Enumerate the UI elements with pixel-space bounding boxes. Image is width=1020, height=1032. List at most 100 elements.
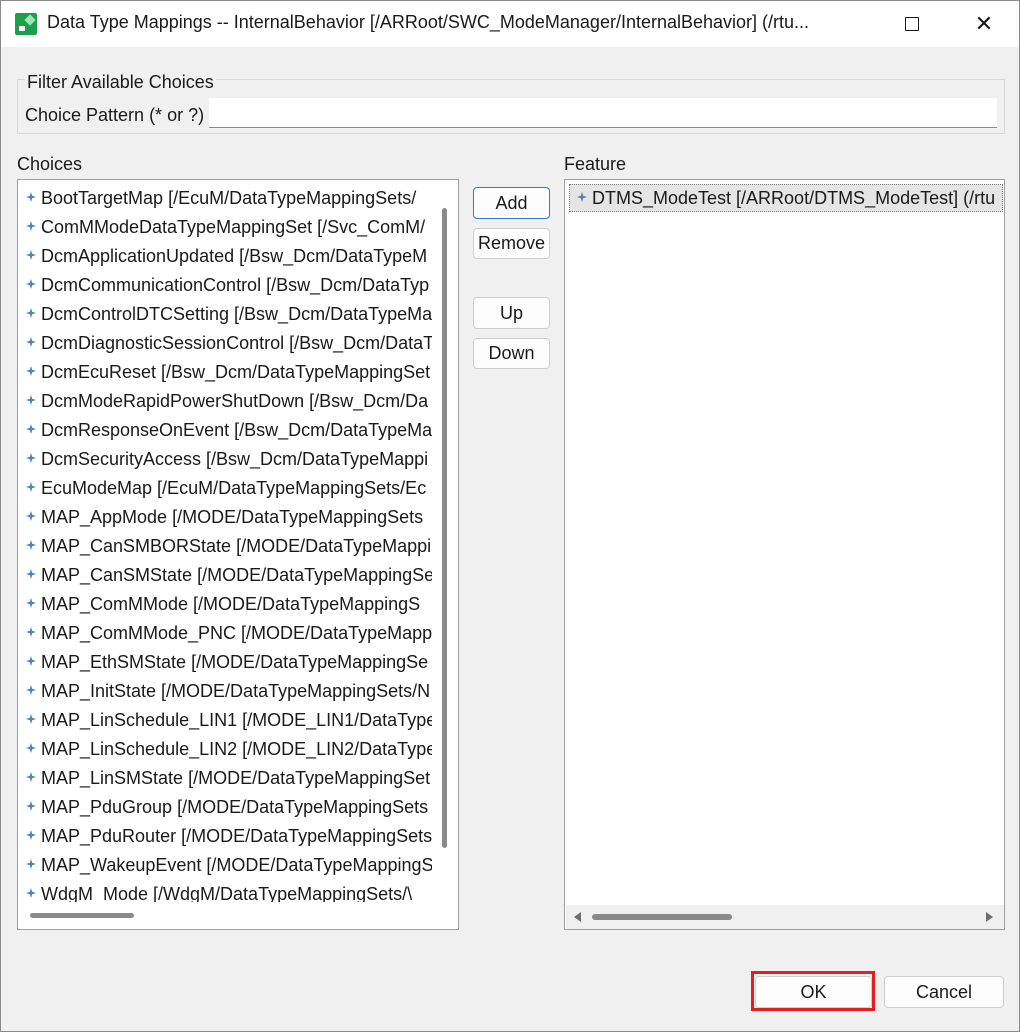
choice-list-item[interactable]: MAP_CanSMState [/MODE/DataTypeMappingSe — [18, 561, 432, 590]
choice-list-item[interactable]: DcmApplicationUpdated [/Bsw_Dcm/DataType… — [18, 242, 432, 271]
choice-list-item[interactable]: MAP_ComMMode_PNC [/MODE/DataTypeMapp — [18, 619, 432, 648]
choice-list-item-label: DcmEcuReset [/Bsw_Dcm/DataTypeMappingSet — [41, 362, 431, 382]
ok-button[interactable]: OK — [755, 976, 872, 1008]
choice-list-item[interactable]: MAP_ComMMode [/MODE/DataTypeMappingS — [18, 590, 432, 619]
mapping-diamond-icon — [26, 859, 36, 869]
window-title: Data Type Mappings -- InternalBehavior [… — [47, 12, 810, 32]
choice-list-item-label: MAP_LinSchedule_LIN2 [/MODE_LIN2/DataTyp… — [41, 739, 432, 759]
mapping-diamond-icon — [26, 221, 36, 231]
choice-list-item-label: EcuModeMap [/EcuM/DataTypeMappingSets/Ec — [41, 478, 427, 498]
mapping-diamond-icon — [26, 395, 36, 405]
choice-list-item-label: DcmModeRapidPowerShutDown [/Bsw_Dcm/Da — [41, 391, 429, 411]
feature-horizontal-scrollbar[interactable] — [566, 905, 1004, 929]
mapping-diamond-icon — [26, 598, 36, 608]
choice-list-item-label: DcmCommunicationControl [/Bsw_Dcm/DataTy… — [41, 275, 430, 295]
choice-pattern-input[interactable] — [209, 98, 997, 128]
choice-list-item-label: MAP_WakeupEvent [/MODE/DataTypeMappingS — [41, 855, 432, 875]
choice-list-item-label: DcmSecurityAccess [/Bsw_Dcm/DataTypeMapp… — [41, 449, 429, 469]
mapping-diamond-icon — [26, 482, 36, 492]
maximize-icon — [905, 17, 919, 31]
mapping-diamond-icon — [577, 192, 587, 202]
choice-list-item-label: DcmControlDTCSetting [/Bsw_Dcm/DataTypeM… — [41, 304, 432, 324]
choice-list-item-label: MAP_LinSMState [/MODE/DataTypeMappingSet — [41, 768, 431, 788]
mapping-diamond-icon — [26, 772, 36, 782]
up-button[interactable]: Up — [473, 297, 550, 329]
choice-list-item[interactable]: DcmDiagnosticSessionControl [/Bsw_Dcm/Da… — [18, 329, 432, 358]
choice-list-item[interactable]: EcuModeMap [/EcuM/DataTypeMappingSets/Ec — [18, 474, 432, 503]
close-icon: ✕ — [974, 11, 994, 36]
mapping-diamond-icon — [26, 511, 36, 521]
choice-list-item-label: MAP_CanSMState [/MODE/DataTypeMappingSe — [41, 565, 432, 585]
choice-list-item[interactable]: MAP_InitState [/MODE/DataTypeMappingSets… — [18, 677, 432, 706]
feature-list-item-label: DTMS_ModeTest [/ARRoot/DTMS_ModeTest] (/… — [592, 188, 996, 208]
mapping-diamond-icon — [26, 627, 36, 637]
add-button[interactable]: Add — [473, 187, 550, 219]
filter-group-legend: Filter Available Choices — [25, 72, 216, 93]
mapping-diamond-icon — [26, 743, 36, 753]
mapping-diamond-icon — [26, 569, 36, 579]
choice-list-item[interactable]: DcmCommunicationControl [/Bsw_Dcm/DataTy… — [18, 271, 432, 300]
mapping-diamond-icon — [26, 424, 36, 434]
choice-list-item-label: WdgM_Mode [/WdgM/DataTypeMappingSets/\ — [41, 884, 413, 902]
remove-button[interactable]: Remove — [473, 228, 550, 259]
choice-list-item[interactable]: MAP_LinSchedule_LIN1 [/MODE_LIN1/DataTyp… — [18, 706, 432, 735]
mapping-diamond-icon — [26, 540, 36, 550]
choices-label: Choices — [17, 154, 83, 174]
choice-list-item[interactable]: MAP_PduGroup [/MODE/DataTypeMappingSets — [18, 793, 432, 822]
mapping-diamond-icon — [26, 337, 36, 347]
feature-list[interactable]: DTMS_ModeTest [/ARRoot/DTMS_ModeTest] (/… — [564, 179, 1005, 930]
choice-list-item[interactable]: DcmEcuReset [/Bsw_Dcm/DataTypeMappingSet — [18, 358, 432, 387]
choice-list-item[interactable]: DcmSecurityAccess [/Bsw_Dcm/DataTypeMapp… — [18, 445, 432, 474]
choice-list-item-label: DcmDiagnosticSessionControl [/Bsw_Dcm/Da… — [41, 333, 432, 353]
choices-vertical-scrollbar[interactable] — [442, 208, 447, 848]
mapping-diamond-icon — [26, 656, 36, 666]
choice-list-item-label: MAP_AppMode [/MODE/DataTypeMappingSets — [41, 507, 424, 527]
mapping-diamond-icon — [26, 192, 36, 202]
choices-list[interactable]: BootTargetMap [/EcuM/DataTypeMappingSets… — [17, 179, 459, 930]
title-bar[interactable]: Data Type Mappings -- InternalBehavior [… — [1, 1, 1019, 47]
choices-horizontal-scrollbar[interactable] — [30, 913, 134, 918]
maximize-button[interactable] — [877, 1, 947, 47]
choice-list-item[interactable]: MAP_WakeupEvent [/MODE/DataTypeMappingS — [18, 851, 432, 880]
choice-list-item[interactable]: MAP_PduRouter [/MODE/DataTypeMappingSets — [18, 822, 432, 851]
choice-list-item-label: DcmApplicationUpdated [/Bsw_Dcm/DataType… — [41, 246, 428, 266]
mapping-diamond-icon — [26, 366, 36, 376]
choice-list-item-label: ComMModeDataTypeMappingSet [/Svc_ComM/ — [41, 217, 426, 237]
mapping-diamond-icon — [26, 308, 36, 318]
choice-list-item-label: MAP_PduRouter [/MODE/DataTypeMappingSets — [41, 826, 432, 846]
choice-list-item-label: MAP_ComMMode [/MODE/DataTypeMappingS — [41, 594, 421, 614]
feature-label: Feature — [564, 154, 627, 174]
choice-list-item[interactable]: DcmControlDTCSetting [/Bsw_Dcm/DataTypeM… — [18, 300, 432, 329]
mapping-diamond-icon — [26, 888, 36, 898]
scroll-right-arrow-icon[interactable] — [986, 912, 993, 922]
scroll-left-arrow-icon[interactable] — [574, 912, 581, 922]
choice-list-item-label: DcmResponseOnEvent [/Bsw_Dcm/DataTypeMa — [41, 420, 432, 440]
choice-list-item[interactable]: MAP_AppMode [/MODE/DataTypeMappingSets — [18, 503, 432, 532]
choice-list-item-label: BootTargetMap [/EcuM/DataTypeMappingSets… — [41, 188, 417, 208]
app-logo-icon — [15, 13, 37, 35]
choice-list-item[interactable]: ComMModeDataTypeMappingSet [/Svc_ComM/ — [18, 213, 432, 242]
choice-list-item-label: MAP_PduGroup [/MODE/DataTypeMappingSets — [41, 797, 429, 817]
mapping-diamond-icon — [26, 801, 36, 811]
cancel-button[interactable]: Cancel — [884, 976, 1004, 1008]
choice-list-item[interactable]: WdgM_Mode [/WdgM/DataTypeMappingSets/\ — [18, 880, 432, 902]
choice-list-item[interactable]: BootTargetMap [/EcuM/DataTypeMappingSets… — [18, 184, 432, 213]
mapping-diamond-icon — [26, 830, 36, 840]
choice-list-item-label: MAP_CanSMBORState [/MODE/DataTypeMappi — [41, 536, 432, 556]
feature-list-viewport: DTMS_ModeTest [/ARRoot/DTMS_ModeTest] (/… — [569, 184, 1003, 214]
choice-list-item[interactable]: DcmResponseOnEvent [/Bsw_Dcm/DataTypeMa — [18, 416, 432, 445]
choice-list-item[interactable]: DcmModeRapidPowerShutDown [/Bsw_Dcm/Da — [18, 387, 432, 416]
choice-list-item[interactable]: MAP_CanSMBORState [/MODE/DataTypeMappi — [18, 532, 432, 561]
feature-list-item[interactable]: DTMS_ModeTest [/ARRoot/DTMS_ModeTest] (/… — [569, 184, 995, 213]
down-button[interactable]: Down — [473, 338, 550, 369]
feature-horizontal-scroll-thumb[interactable] — [592, 914, 732, 920]
choice-pattern-label: Choice Pattern (* or ?) — [25, 105, 205, 125]
choices-list-viewport: BootTargetMap [/EcuM/DataTypeMappingSets… — [18, 184, 432, 902]
choice-list-item[interactable]: MAP_EthSMState [/MODE/DataTypeMappingSe — [18, 648, 432, 677]
choice-list-item[interactable]: MAP_LinSchedule_LIN2 [/MODE_LIN2/DataTyp… — [18, 735, 432, 764]
mapping-diamond-icon — [26, 279, 36, 289]
close-button[interactable]: ✕ — [949, 1, 1019, 47]
choice-list-item-label: MAP_LinSchedule_LIN1 [/MODE_LIN1/DataTyp… — [41, 710, 432, 730]
choice-list-item[interactable]: MAP_LinSMState [/MODE/DataTypeMappingSet — [18, 764, 432, 793]
mapping-diamond-icon — [26, 685, 36, 695]
